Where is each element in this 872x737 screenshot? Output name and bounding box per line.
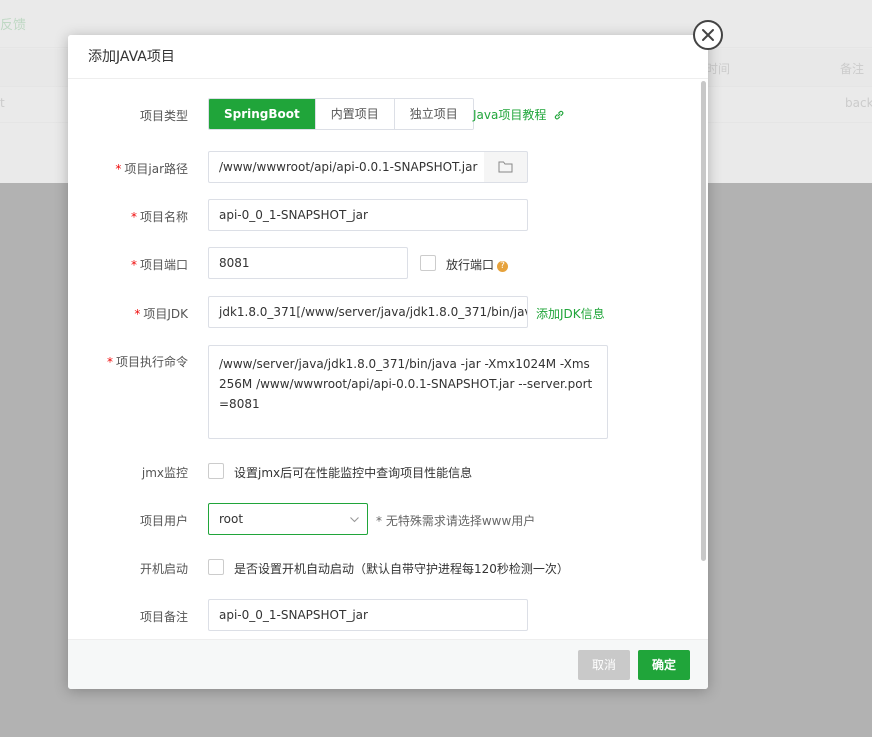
autostart-checkbox-label: 是否设置开机自动启动（默认自带守护进程每120秒检测一次） [234, 562, 569, 576]
project-jdk-label: * 项目JDK [134, 307, 188, 321]
cancel-button[interactable]: 取消 [578, 650, 631, 680]
open-port-checkbox[interactable] [420, 255, 436, 271]
project-type-segmented: SpringBoot 内置项目 独立项目 [208, 98, 474, 130]
type-option-springboot[interactable]: SpringBoot [209, 99, 316, 129]
java-tutorial-link-text: Java项目教程 [473, 108, 547, 122]
open-port-label: 放行端口? [446, 256, 509, 273]
exec-command-textarea[interactable]: /www/server/java/jdk1.8.0_371/bin/java -… [208, 345, 608, 439]
help-icon[interactable]: ? [497, 261, 509, 272]
project-name-input[interactable]: api-0_0_1-SNAPSHOT_jar [208, 199, 528, 231]
jmx-checkbox-label: 设置jmx后可在性能监控中查询项目性能信息 [234, 466, 473, 480]
link-icon [555, 110, 564, 120]
project-port-input[interactable]: 8081 [208, 247, 408, 279]
project-port-label: * 项目端口 [130, 258, 188, 272]
jar-path-label: * 项目jar路径 [115, 162, 188, 176]
project-name-label-text: 项目名称 [139, 210, 188, 224]
jmx-checkbox[interactable] [208, 463, 224, 479]
dialog-body: 项目类型 SpringBoot 内置项目 独立项目 Java项目教程 * 项目ja… [68, 79, 708, 639]
confirm-button[interactable]: 确定 [638, 650, 691, 680]
chevron-down-icon [350, 517, 359, 523]
dialog-footer: 取消 确定 [68, 639, 708, 689]
type-option-builtin[interactable]: 内置项目 [315, 99, 395, 129]
project-port-label-text: 项目端口 [139, 258, 188, 272]
close-icon [702, 29, 714, 41]
type-option-standalone[interactable]: 独立项目 [394, 99, 473, 129]
remark-input[interactable]: api-0_0_1-SNAPSHOT_jar [208, 599, 528, 631]
open-port-label-text: 放行端口 [446, 258, 495, 272]
project-user-label: 项目用户 [139, 514, 188, 528]
dialog-scrollbar[interactable] [701, 81, 706, 561]
autostart-checkbox[interactable] [208, 559, 224, 575]
add-java-project-dialog: 添加JAVA项目 项目类型 SpringBoot 内置项目 独立项目 Java项… [68, 35, 708, 689]
browse-folder-button[interactable] [484, 151, 528, 183]
dialog-title: 添加JAVA项目 [68, 35, 708, 79]
remark-label: 项目备注 [139, 610, 188, 624]
jar-path-label-text: 项目jar路径 [124, 162, 188, 176]
project-type-label: 项目类型 [139, 109, 188, 123]
project-jdk-label-text: 项目JDK [143, 307, 188, 321]
jmx-label: jmx监控 [141, 466, 188, 480]
exec-command-label: * 项目执行命令 [106, 355, 188, 369]
exec-command-label-text: 项目执行命令 [115, 355, 188, 369]
autostart-label: 开机启动 [139, 562, 188, 576]
project-jdk-select[interactable]: jdk1.8.0_371[/www/server/java/jdk1.8.0_3… [208, 296, 528, 328]
project-user-value: root [219, 512, 244, 526]
folder-icon [498, 161, 513, 173]
add-jdk-link[interactable]: 添加JDK信息 [536, 305, 605, 322]
jar-path-input[interactable]: /www/wwwroot/api/api-0.0.1-SNAPSHOT.jar [208, 151, 485, 183]
project-user-hint: * 无特殊需求请选择www用户 [376, 514, 536, 528]
project-user-select[interactable]: root [208, 503, 368, 535]
close-dialog-button[interactable] [693, 20, 723, 50]
java-tutorial-link[interactable]: Java项目教程 [473, 106, 565, 123]
project-name-label: * 项目名称 [130, 210, 188, 224]
